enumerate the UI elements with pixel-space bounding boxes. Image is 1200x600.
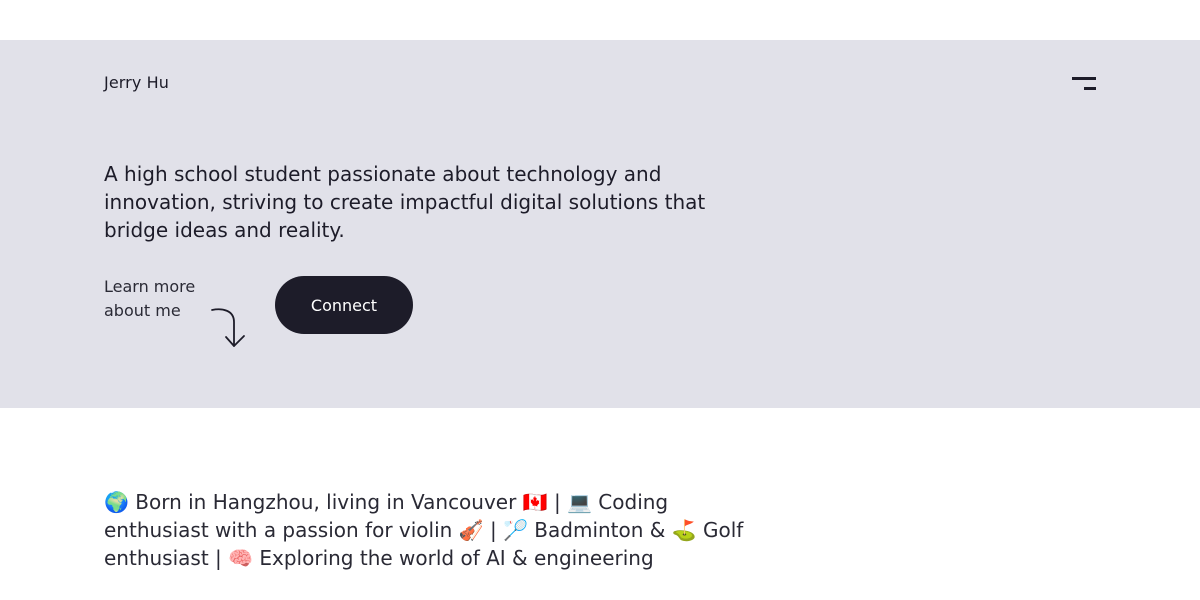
- hero-section: Jerry Hu A high school student passionat…: [0, 40, 1200, 408]
- menu-icon-bar-top: [1072, 77, 1096, 80]
- learn-more-link[interactable]: Learn more about me: [104, 275, 214, 323]
- menu-button[interactable]: [1068, 72, 1100, 96]
- bio-text: 🌍 Born in Hangzhou, living in Vancouver …: [104, 490, 744, 570]
- hero-tagline: A high school student passionate about t…: [104, 162, 706, 242]
- brand-name[interactable]: Jerry Hu: [104, 73, 169, 92]
- menu-icon-bar-bottom: [1084, 87, 1096, 90]
- curved-arrow-down-icon: [211, 308, 245, 347]
- connect-button[interactable]: Connect: [275, 276, 413, 334]
